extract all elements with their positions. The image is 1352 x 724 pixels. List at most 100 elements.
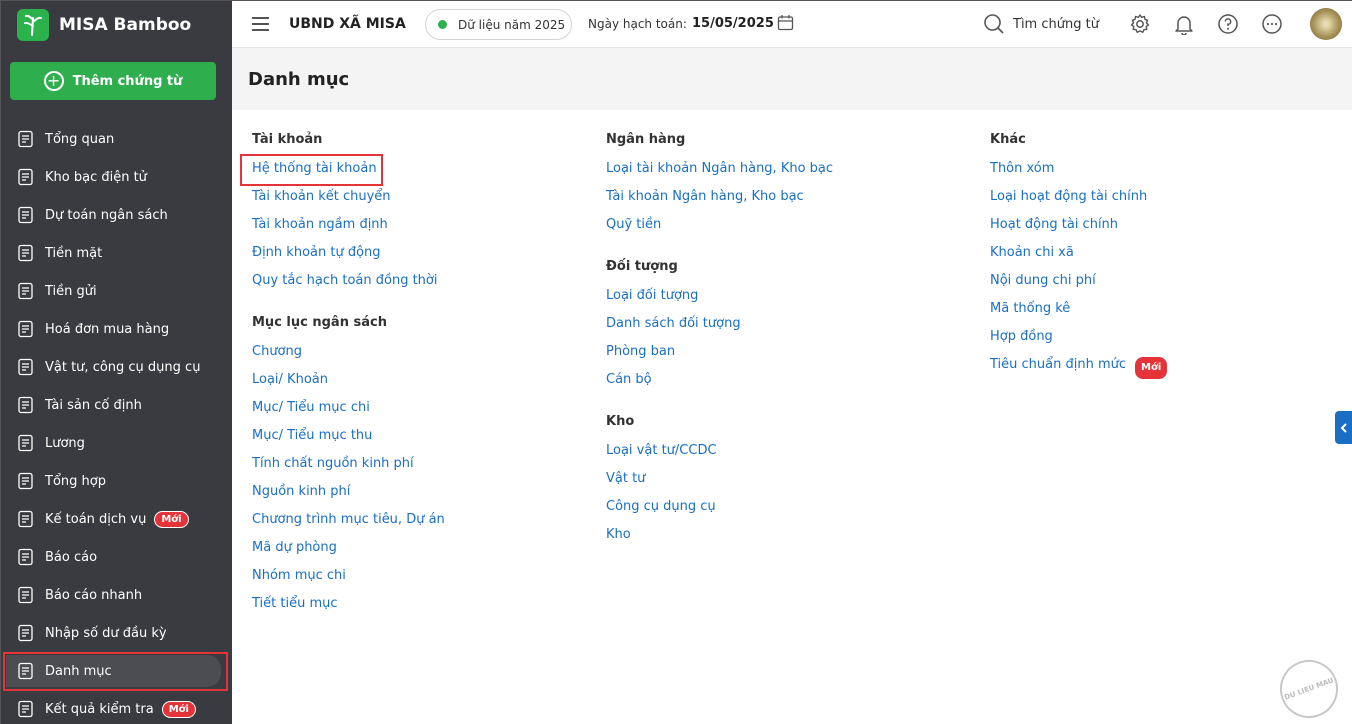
link-tiet-tieu-muc[interactable]: Tiết tiểu mục <box>252 595 445 623</box>
link-can-bo[interactable]: Cán bộ <box>606 371 833 399</box>
sidebar-item-bao-cao-nhanh[interactable]: Báo cáo nhanh <box>1 576 232 614</box>
link-label: Hoạt động tài chính <box>990 217 1119 232</box>
sidebar-item-nhap-so-du-dau-ky[interactable]: Nhập số dư đầu kỳ <box>1 614 232 652</box>
sidebar-item-label: Tổng hợp <box>45 473 106 489</box>
organization-name[interactable]: UBND XÃ MISA <box>289 16 406 32</box>
link-hoat-dong-tai-chinh[interactable]: Hoạt động tài chính <box>990 216 1168 244</box>
collapse-panel-tab[interactable] <box>1335 411 1352 444</box>
sidebar-item-vat-tu-cong-cu-dung-cu[interactable]: Vật tư, công cụ dụng cụ <box>1 348 232 386</box>
link-tai-khoan-ngam-dinh[interactable]: Tài khoản ngầm định <box>252 216 445 244</box>
link-loai-vat-tu-ccdc[interactable]: Loại vật tư/CCDC <box>606 442 833 470</box>
link-label: Khoản chi xã <box>990 245 1074 260</box>
link-label: Loại đối tượng <box>606 288 699 303</box>
link-tinh-chat-nguon-kinh-phi[interactable]: Tính chất nguồn kinh phí <box>252 455 445 483</box>
link-label: Định khoản tự động <box>252 245 381 260</box>
sidebar-item-label: Nhập số dư đầu kỳ <box>45 625 167 641</box>
deposit-icon <box>17 282 35 300</box>
link-vat-tu[interactable]: Vật tư <box>606 470 833 498</box>
link-phong-ban[interactable]: Phòng ban <box>606 343 833 371</box>
link-chuong[interactable]: Chương <box>252 343 445 371</box>
group-gap <box>252 300 445 315</box>
link-label: Hợp đồng <box>990 329 1053 344</box>
link-tai-khoan-ket-chuyen[interactable]: Tài khoản kết chuyển <box>252 188 445 216</box>
sidebar-item-label: Tiền mặt <box>45 245 103 261</box>
logo[interactable]: MISA Bamboo <box>17 9 191 41</box>
link-quy-tac-hach-toan-dong-thoi[interactable]: Quy tắc hạch toán đồng thời <box>252 272 445 300</box>
link-he-thong-tai-khoan[interactable]: Hệ thống tài khoản <box>252 160 445 188</box>
budget-icon <box>17 206 35 224</box>
sidebar-item-ke-toan-dich-vu[interactable]: Kế toán dịch vụ Mới <box>1 500 232 538</box>
link-kho[interactable]: Kho <box>606 526 833 554</box>
sidebar-item-bao-cao[interactable]: Báo cáo <box>1 538 232 576</box>
link-noi-dung-chi-phi[interactable]: Nội dung chi phí <box>990 272 1168 300</box>
calendar-icon[interactable] <box>777 14 794 35</box>
chevron-left-icon <box>1340 422 1347 433</box>
link-muc-tieu-muc-thu[interactable]: Mục/ Tiểu mục thu <box>252 427 445 455</box>
sidebar-item-tong-hop[interactable]: Tổng hợp <box>1 462 232 500</box>
link-ma-thong-ke[interactable]: Mã thống kê <box>990 300 1168 328</box>
avatar[interactable] <box>1310 8 1342 40</box>
link-thon-xom[interactable]: Thôn xóm <box>990 160 1168 188</box>
sidebar-item-label: Vật tư, công cụ dụng cụ <box>45 359 201 375</box>
link-ma-du-phong[interactable]: Mã dự phòng <box>252 539 445 567</box>
link-chuong-trinh-muc-tieu-du-an[interactable]: Chương trình mục tiêu, Dự án <box>252 511 445 539</box>
search-vouchers[interactable]: Tìm chứng từ <box>983 13 1099 35</box>
sidebar-item-tien-mat[interactable]: Tiền mặt <box>1 234 232 272</box>
sidebar-item-ket-qua-kiem-tra[interactable]: Kết quả kiểm tra Mới <box>1 690 232 724</box>
sidebar: MISA Bamboo + Thêm chứng từ Tổng quan Kho… <box>1 1 232 724</box>
bamboo-logo-icon <box>17 9 49 41</box>
link-khoan-chi-xa[interactable]: Khoản chi xã <box>990 244 1168 272</box>
bell-icon[interactable] <box>1173 13 1195 39</box>
sidebar-item-label: Kết quả kiểm tra <box>45 701 154 717</box>
link-nhom-muc-chi[interactable]: Nhóm mục chi <box>252 567 445 595</box>
posting-date-label: Ngày hạch toán: <box>588 17 687 31</box>
link-label: Quy tắc hạch toán đồng thời <box>252 273 438 288</box>
sidebar-item-tong-quan[interactable]: Tổng quan <box>1 120 232 158</box>
link-tai-khoan-ngan-hang-kho-bac[interactable]: Tài khoản Ngân hàng, Kho bạc <box>606 188 833 216</box>
sidebar-item-du-toan-ngan-sach[interactable]: Dự toán ngân sách <box>1 196 232 234</box>
link-loai-tai-khoan-ngan-hang-kho-bac[interactable]: Loại tài khoản Ngân hàng, Kho bạc <box>606 160 833 188</box>
sidebar-item-kho-bac-dien-tu[interactable]: Kho bạc điện tử <box>1 158 232 196</box>
link-loai-hoat-dong-tai-chinh[interactable]: Loại hoạt động tài chính <box>990 188 1168 216</box>
link-label: Tiêu chuẩn định mức <box>990 357 1127 372</box>
sidebar-item-label: Kho bạc điện tử <box>45 169 147 185</box>
sidebar-item-danh-muc[interactable]: Danh mục <box>6 652 227 690</box>
link-label: Loại tài khoản Ngân hàng, Kho bạc <box>606 161 834 176</box>
group-title-tai-khoan: Tài khoản <box>252 132 323 147</box>
tools-icon <box>17 358 35 376</box>
sidebar-item-tien-gui[interactable]: Tiền gửi <box>1 272 232 310</box>
link-tieu-chuan-dinh-muc[interactable]: Tiêu chuẩn định mức Mới <box>990 356 1169 384</box>
link-label: Hệ thống tài khoản <box>252 161 377 176</box>
menu-icon[interactable] <box>252 17 269 31</box>
sidebar-item-label: Tổng quan <box>45 131 115 147</box>
sidebar-item-hoa-don-mua-hang[interactable]: Hoá đơn mua hàng <box>1 310 232 348</box>
add-voucher-button[interactable]: + Thêm chứng từ <box>10 62 216 100</box>
sidebar-item-label: Kế toán dịch vụ <box>45 511 147 527</box>
link-dinh-khoan-tu-dong[interactable]: Định khoản tự động <box>252 244 445 272</box>
link-nguon-kinh-phi[interactable]: Nguồn kinh phí <box>252 483 445 511</box>
link-label: Vật tư <box>606 471 646 486</box>
data-year-selector[interactable]: Dữ liệu năm 2025 <box>425 9 572 40</box>
link-cong-cu-dung-cu[interactable]: Công cụ dụng cụ <box>606 498 833 526</box>
posting-date-value[interactable]: 15/05/2025 <box>692 16 774 31</box>
link-loai-khoan[interactable]: Loại/ Khoản <box>252 371 445 399</box>
summary-icon <box>17 472 35 490</box>
link-loai-doi-tuong[interactable]: Loại đối tượng <box>606 287 833 315</box>
link-label: Tài khoản Ngân hàng, Kho bạc <box>606 189 804 204</box>
link-quy-tien[interactable]: Quỹ tiền <box>606 216 833 244</box>
help-icon[interactable] <box>1217 13 1239 39</box>
app-name: MISA Bamboo <box>59 15 192 35</box>
gear-icon[interactable] <box>1129 13 1151 39</box>
link-label: Nguồn kinh phí <box>252 484 351 499</box>
link-danh-sach-doi-tuong[interactable]: Danh sách đối tượng <box>606 315 833 343</box>
link-label: Loại/ Khoản <box>252 372 328 387</box>
link-muc-tieu-muc-chi[interactable]: Mục/ Tiểu mục chi <box>252 399 445 427</box>
sidebar-item-label: Tài sản cố định <box>45 397 142 413</box>
page-header: Danh mục <box>232 48 1352 110</box>
sidebar-item-luong[interactable]: Lương <box>1 424 232 462</box>
link-hop-dong[interactable]: Hợp đồng <box>990 328 1168 356</box>
more-icon[interactable] <box>1261 13 1283 39</box>
link-label: Thôn xóm <box>990 161 1055 176</box>
link-label: Chương trình mục tiêu, Dự án <box>252 512 445 527</box>
sidebar-item-tai-san-co-dinh[interactable]: Tài sản cố định <box>1 386 232 424</box>
